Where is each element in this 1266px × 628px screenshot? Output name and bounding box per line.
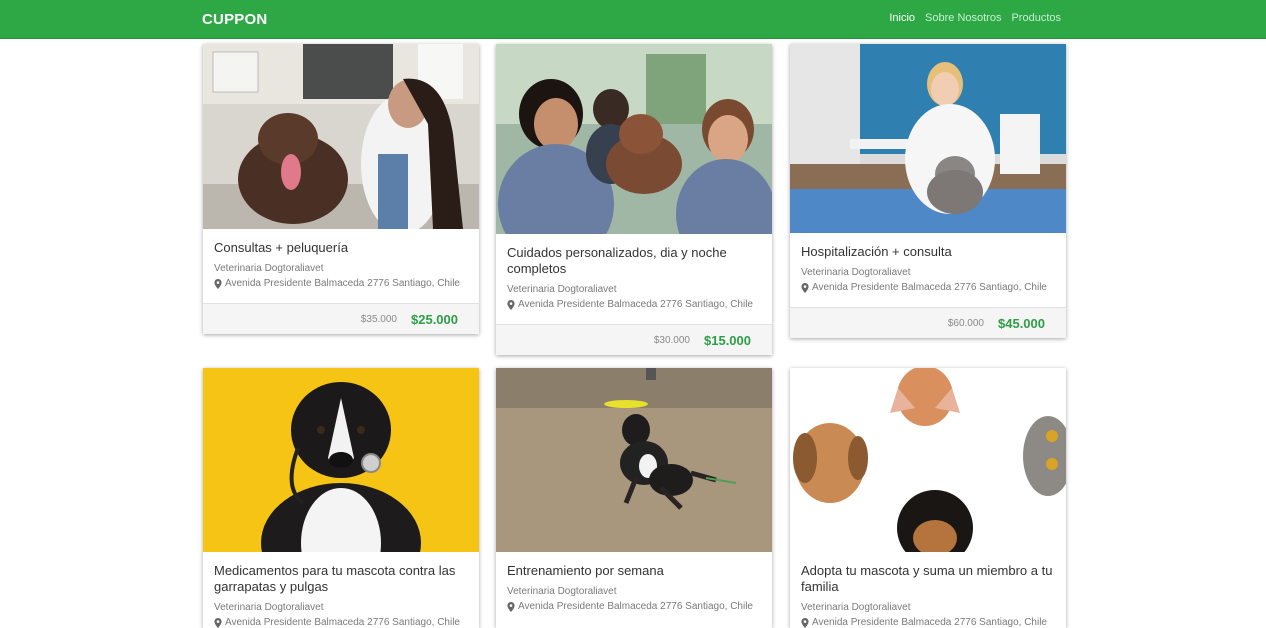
card-address-text: Avenida Presidente Balmaceda 2776 Santia… bbox=[812, 617, 1047, 628]
card-body: Medicamentos para tu mascota contra las … bbox=[203, 552, 479, 628]
price-original: $60.000 bbox=[947, 318, 984, 329]
map-pin-icon bbox=[507, 601, 515, 612]
card-address-text: Avenida Presidente Balmaceda 2776 Santia… bbox=[812, 282, 1047, 293]
nav-link-inicio[interactable]: Inicio bbox=[889, 12, 915, 24]
card-body: Cuidados personalizados, dia y noche com… bbox=[496, 234, 772, 324]
card-address: Avenida Presidente Balmaceda 2776 Santia… bbox=[507, 601, 753, 612]
navbar: CUPPON Inicio Sobre Nosotros Productos bbox=[0, 0, 1266, 39]
map-pin-icon bbox=[507, 299, 515, 310]
card-image-hospital[interactable] bbox=[790, 44, 1066, 233]
brand-logo[interactable]: CUPPON bbox=[202, 11, 267, 28]
card-title[interactable]: Cuidados personalizados, dia y noche com… bbox=[507, 245, 761, 277]
deal-card[interactable]: Hospitalización + consulta Veterinaria D… bbox=[790, 44, 1066, 338]
card-address: Avenida Presidente Balmaceda 2776 Santia… bbox=[507, 299, 753, 310]
map-pin-icon bbox=[214, 278, 222, 289]
deal-card[interactable]: Entrenamiento por semana Veterinaria Dog… bbox=[496, 368, 772, 628]
price-discount: $25.000 bbox=[411, 312, 458, 327]
card-address-text: Avenida Presidente Balmaceda 2776 Santia… bbox=[225, 278, 460, 289]
nav-link-productos[interactable]: Productos bbox=[1011, 12, 1061, 24]
deal-card[interactable]: Consultas + peluquería Veterinaria Dogto… bbox=[203, 44, 479, 334]
card-image-vet-exam[interactable] bbox=[203, 44, 479, 229]
card-address-text: Avenida Presidente Balmaceda 2776 Santia… bbox=[518, 299, 753, 310]
card-footer: $60.000 $45.000 bbox=[790, 307, 1066, 338]
price-discount: $45.000 bbox=[998, 316, 1045, 331]
card-address: Avenida Presidente Balmaceda 2776 Santia… bbox=[214, 278, 460, 289]
card-title[interactable]: Adopta tu mascota y suma un miembro a tu… bbox=[801, 563, 1055, 595]
map-pin-icon bbox=[214, 617, 222, 628]
nav-link-sobre-nosotros[interactable]: Sobre Nosotros bbox=[925, 12, 1001, 24]
deal-card[interactable]: Medicamentos para tu mascota contra las … bbox=[203, 368, 479, 628]
card-address-text: Avenida Presidente Balmaceda 2776 Santia… bbox=[518, 601, 753, 612]
map-pin-icon bbox=[801, 617, 809, 628]
card-business: Veterinaria Dogtoraliavet bbox=[801, 602, 911, 613]
card-body: Adopta tu mascota y suma un miembro a tu… bbox=[790, 552, 1066, 628]
card-image-dog-frisbee[interactable] bbox=[496, 368, 772, 552]
card-image-pets-circle[interactable] bbox=[790, 368, 1066, 552]
card-body: Entrenamiento por semana Veterinaria Dog… bbox=[496, 552, 772, 628]
card-footer: $35.000 $25.000 bbox=[203, 303, 479, 334]
card-title[interactable]: Entrenamiento por semana bbox=[507, 563, 761, 579]
card-business: Veterinaria Dogtoraliavet bbox=[214, 602, 324, 613]
card-address: Avenida Presidente Balmaceda 2776 Santia… bbox=[801, 617, 1047, 628]
deal-card[interactable]: Cuidados personalizados, dia y noche com… bbox=[496, 44, 772, 355]
card-body: Consultas + peluquería Veterinaria Dogto… bbox=[203, 229, 479, 303]
card-business: Veterinaria Dogtoraliavet bbox=[214, 263, 324, 274]
price-original: $30.000 bbox=[653, 335, 690, 346]
card-title[interactable]: Consultas + peluquería bbox=[214, 240, 468, 256]
map-pin-icon bbox=[801, 282, 809, 293]
card-footer: $30.000 $15.000 bbox=[496, 324, 772, 355]
price-discount: $15.000 bbox=[704, 333, 751, 348]
card-title[interactable]: Medicamentos para tu mascota contra las … bbox=[214, 563, 468, 595]
card-address: Avenida Presidente Balmaceda 2776 Santia… bbox=[214, 617, 460, 628]
card-address: Avenida Presidente Balmaceda 2776 Santia… bbox=[801, 282, 1047, 293]
nav-links: Inicio Sobre Nosotros Productos bbox=[889, 12, 1061, 24]
deal-card[interactable]: Adopta tu mascota y suma un miembro a tu… bbox=[790, 368, 1066, 628]
card-image-dog-yellow[interactable] bbox=[203, 368, 479, 552]
price-original: $35.000 bbox=[360, 314, 397, 325]
card-address-text: Avenida Presidente Balmaceda 2776 Santia… bbox=[225, 617, 460, 628]
card-business: Veterinaria Dogtoraliavet bbox=[507, 586, 617, 597]
card-title[interactable]: Hospitalización + consulta bbox=[801, 244, 1055, 260]
card-business: Veterinaria Dogtoraliavet bbox=[507, 284, 617, 295]
card-business: Veterinaria Dogtoraliavet bbox=[801, 267, 911, 278]
card-image-vet-team[interactable] bbox=[496, 44, 772, 234]
card-body: Hospitalización + consulta Veterinaria D… bbox=[790, 233, 1066, 307]
